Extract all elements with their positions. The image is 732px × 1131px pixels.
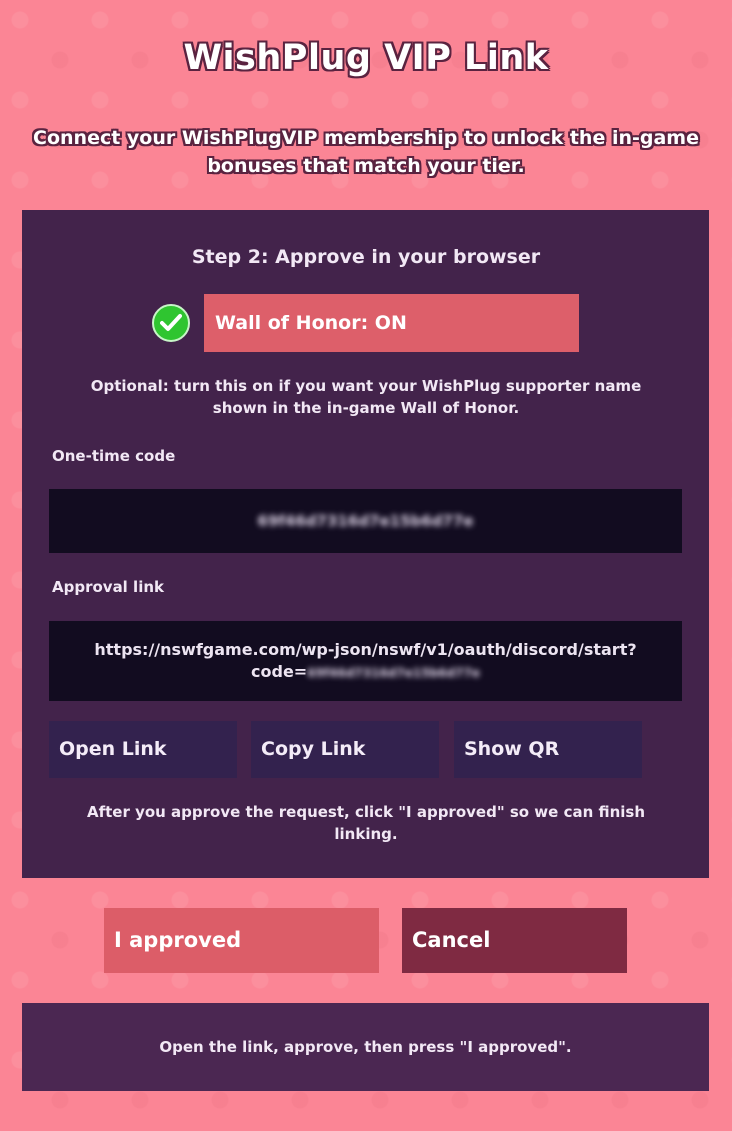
copy-link-button[interactable]: Copy Link <box>251 721 439 778</box>
subtitle-line-2: bonuses that match your tier. <box>207 155 525 177</box>
page-subtitle: Connect your WishPlugVIP membership to u… <box>30 124 702 180</box>
show-qr-button[interactable]: Show QR <box>454 721 642 778</box>
wall-of-honor-toggle[interactable]: Wall of Honor: ON <box>204 294 579 352</box>
check-icon[interactable] <box>152 304 190 342</box>
optional-note: Optional: turn this on if you want your … <box>60 375 672 419</box>
one-time-code-field[interactable]: 69f46d7316d7e15b6d77e <box>49 489 682 553</box>
i-approved-button[interactable]: I approved <box>104 908 379 973</box>
step-title: Step 2: Approve in your browser <box>191 246 541 268</box>
subtitle-line-1: Connect your WishPlugVIP membership to u… <box>33 127 699 149</box>
optional-note-line-1: Optional: turn this on if you want your … <box>90 377 642 395</box>
page-title: WishPlug VIP Link <box>183 38 549 78</box>
optional-note-line-2: shown in the in-game Wall of Honor. <box>212 399 520 417</box>
approval-link-field[interactable]: https://nswfgame.com/wp-json/nswf/v1/oau… <box>49 621 682 701</box>
one-time-code-value: 69f46d7316d7e15b6d77e <box>257 512 474 530</box>
approval-link-code-line: code=69f46d7316d7e15b6d77e <box>49 661 682 684</box>
approval-link-code-prefix: code= <box>251 662 308 681</box>
cancel-button[interactable]: Cancel <box>402 908 627 973</box>
approval-link-url: https://nswfgame.com/wp-json/nswf/v1/oau… <box>94 640 637 659</box>
after-note-line-2: linking. <box>334 825 398 843</box>
status-message: Open the link, approve, then press "I ap… <box>22 1003 709 1091</box>
after-approve-note: After you approve the request, click "I … <box>60 801 672 845</box>
open-link-button[interactable]: Open Link <box>49 721 237 778</box>
one-time-code-label: One-time code <box>52 447 176 465</box>
after-note-line-1: After you approve the request, click "I … <box>86 803 646 821</box>
approval-link-label: Approval link <box>52 578 164 596</box>
approval-link-code-value: 69f46d7316d7e15b6d77e <box>307 666 480 680</box>
